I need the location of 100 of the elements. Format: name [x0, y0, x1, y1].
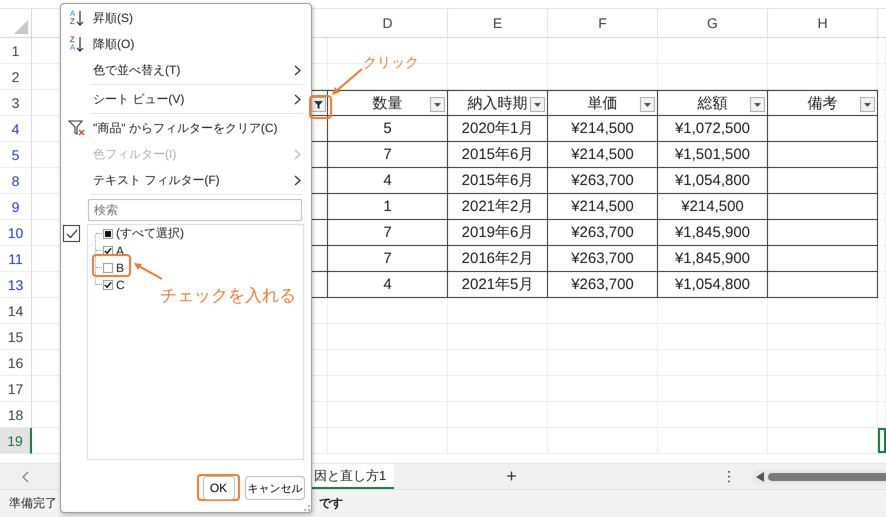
dropdown-arrow-icon	[864, 102, 871, 106]
scroll-left-icon[interactable]	[756, 472, 764, 482]
table-cell: 7	[328, 220, 448, 246]
table-cell: 5	[328, 116, 448, 142]
menu-item[interactable]: 色で並べ替え(T)	[61, 57, 311, 83]
table-cell: 2021年2月	[448, 194, 548, 220]
sheet-cell[interactable]	[312, 90, 328, 116]
header-label: 数量	[372, 94, 402, 112]
table-cell: 2021年5月	[448, 272, 548, 298]
table-cell: 2015年6月	[448, 168, 548, 194]
row-header[interactable]: 15	[0, 324, 32, 350]
row-header[interactable]: 19	[0, 428, 32, 454]
filter-button[interactable]	[430, 97, 445, 112]
filter-button[interactable]	[750, 97, 765, 112]
column-header[interactable]: D	[328, 9, 448, 37]
toggle-checkbox[interactable]	[63, 225, 80, 242]
row-header[interactable]: 2	[0, 64, 32, 90]
select-all-corner-icon[interactable]	[14, 20, 28, 34]
dialog-button[interactable]: キャンセル	[245, 476, 305, 500]
table-cell: ¥263,700	[548, 220, 658, 246]
dropdown-arrow-icon	[644, 102, 651, 106]
column-header[interactable]: G	[658, 9, 768, 37]
value-label[interactable]: B	[116, 260, 124, 274]
highlight-box	[309, 95, 332, 119]
table-cell: ¥1,845,900	[658, 220, 768, 246]
annotation-text: チェックを入れる	[160, 285, 296, 307]
table-cell: ¥214,500	[548, 194, 658, 220]
table-cell: ¥1,845,900	[658, 246, 768, 272]
scrollbar-thumb[interactable]	[768, 472, 886, 480]
horizontal-scrollbar[interactable]	[752, 470, 886, 484]
arrow	[331, 68, 363, 96]
table-cell: ¥1,054,800	[658, 272, 768, 298]
search-field[interactable]: 検索	[88, 199, 302, 221]
row-header[interactable]: 3	[0, 90, 32, 116]
clear-filter-icon	[68, 119, 86, 137]
arrow	[133, 262, 163, 280]
highlight-box	[92, 254, 131, 277]
add-sheet-button[interactable]: +	[502, 466, 521, 487]
table-cell: ¥1,501,500	[658, 142, 768, 168]
menu-item[interactable]: A Z 昇順(S)	[61, 5, 311, 31]
value-label[interactable]: (すべて選択)	[116, 225, 184, 242]
dropdown-arrow-icon	[754, 102, 761, 106]
status-text: 準備完了	[9, 495, 57, 512]
table-cell: 2016年2月	[448, 246, 548, 272]
table-cell: 4	[328, 168, 448, 194]
row-header[interactable]: 4	[0, 116, 32, 142]
status-text: です	[319, 495, 343, 512]
column-header[interactable]: H	[768, 9, 878, 37]
filter-button[interactable]	[530, 97, 545, 112]
annotation-text: クリック	[363, 54, 419, 72]
menu-item[interactable]: シート ビュー(V)	[61, 86, 311, 112]
more-options-button[interactable]: ⋮	[718, 468, 740, 484]
menu-item[interactable]: Z A 降順(O)	[61, 31, 311, 57]
checkbox[interactable]	[103, 228, 113, 238]
table-cell: ¥1,072,500	[658, 116, 768, 142]
table-cell: ¥214,500	[658, 194, 768, 220]
row-header[interactable]: 17	[0, 376, 32, 402]
header-label: 備考	[808, 94, 838, 112]
table-cell: ¥263,700	[548, 272, 658, 298]
table-cell: 2019年6月	[448, 220, 548, 246]
table-cell: ¥263,700	[548, 246, 658, 272]
row-header[interactable]: 10	[0, 220, 32, 246]
menu-item[interactable]: テキスト フィルター(F)	[61, 167, 311, 193]
checkbox[interactable]	[103, 280, 113, 290]
row-header[interactable]: 13	[0, 272, 32, 298]
resize-grip-icon[interactable]	[304, 505, 310, 511]
row-header[interactable]: 1	[0, 38, 32, 64]
row-header[interactable]: 5	[0, 142, 32, 168]
table-cell: ¥263,700	[548, 168, 658, 194]
dialog-button[interactable]: OK	[202, 476, 234, 500]
row-header[interactable]: 16	[0, 350, 32, 376]
check-icon	[66, 228, 78, 238]
menu-item[interactable]: "商品" からフィルターをクリア(C)	[61, 115, 311, 141]
previous-sheet-icon[interactable]	[22, 470, 30, 482]
table-cell: ¥214,500	[548, 142, 658, 168]
table-cell: 2015年6月	[448, 142, 548, 168]
dropdown-arrow-icon	[434, 102, 441, 106]
table-cell: 2020年1月	[448, 116, 548, 142]
header-label: 総額	[698, 94, 728, 112]
row-header[interactable]: 14	[0, 298, 32, 324]
table-cell: 4	[328, 272, 448, 298]
row-header[interactable]: 11	[0, 246, 32, 272]
column-header[interactable]: E	[448, 9, 548, 37]
value-label[interactable]: C	[116, 278, 125, 292]
header-label: 単価	[588, 94, 618, 112]
table-cell: 1	[328, 194, 448, 220]
sheet-tab[interactable]: 因と直し方1	[312, 464, 394, 489]
filter-button[interactable]	[311, 97, 326, 112]
header-label: 納入時期	[468, 94, 528, 112]
filter-funnel-icon	[314, 100, 323, 108]
checkbox[interactable]	[103, 262, 113, 272]
filter-button[interactable]	[860, 97, 875, 112]
row-header[interactable]: 8	[0, 168, 32, 194]
table-cell: ¥1,054,800	[658, 168, 768, 194]
checkbox[interactable]	[103, 246, 113, 256]
dropdown-arrow-icon	[534, 102, 541, 106]
filter-button[interactable]	[640, 97, 655, 112]
row-header[interactable]: 9	[0, 194, 32, 220]
column-header[interactable]: F	[548, 9, 658, 37]
table-cell: 7	[328, 142, 448, 168]
